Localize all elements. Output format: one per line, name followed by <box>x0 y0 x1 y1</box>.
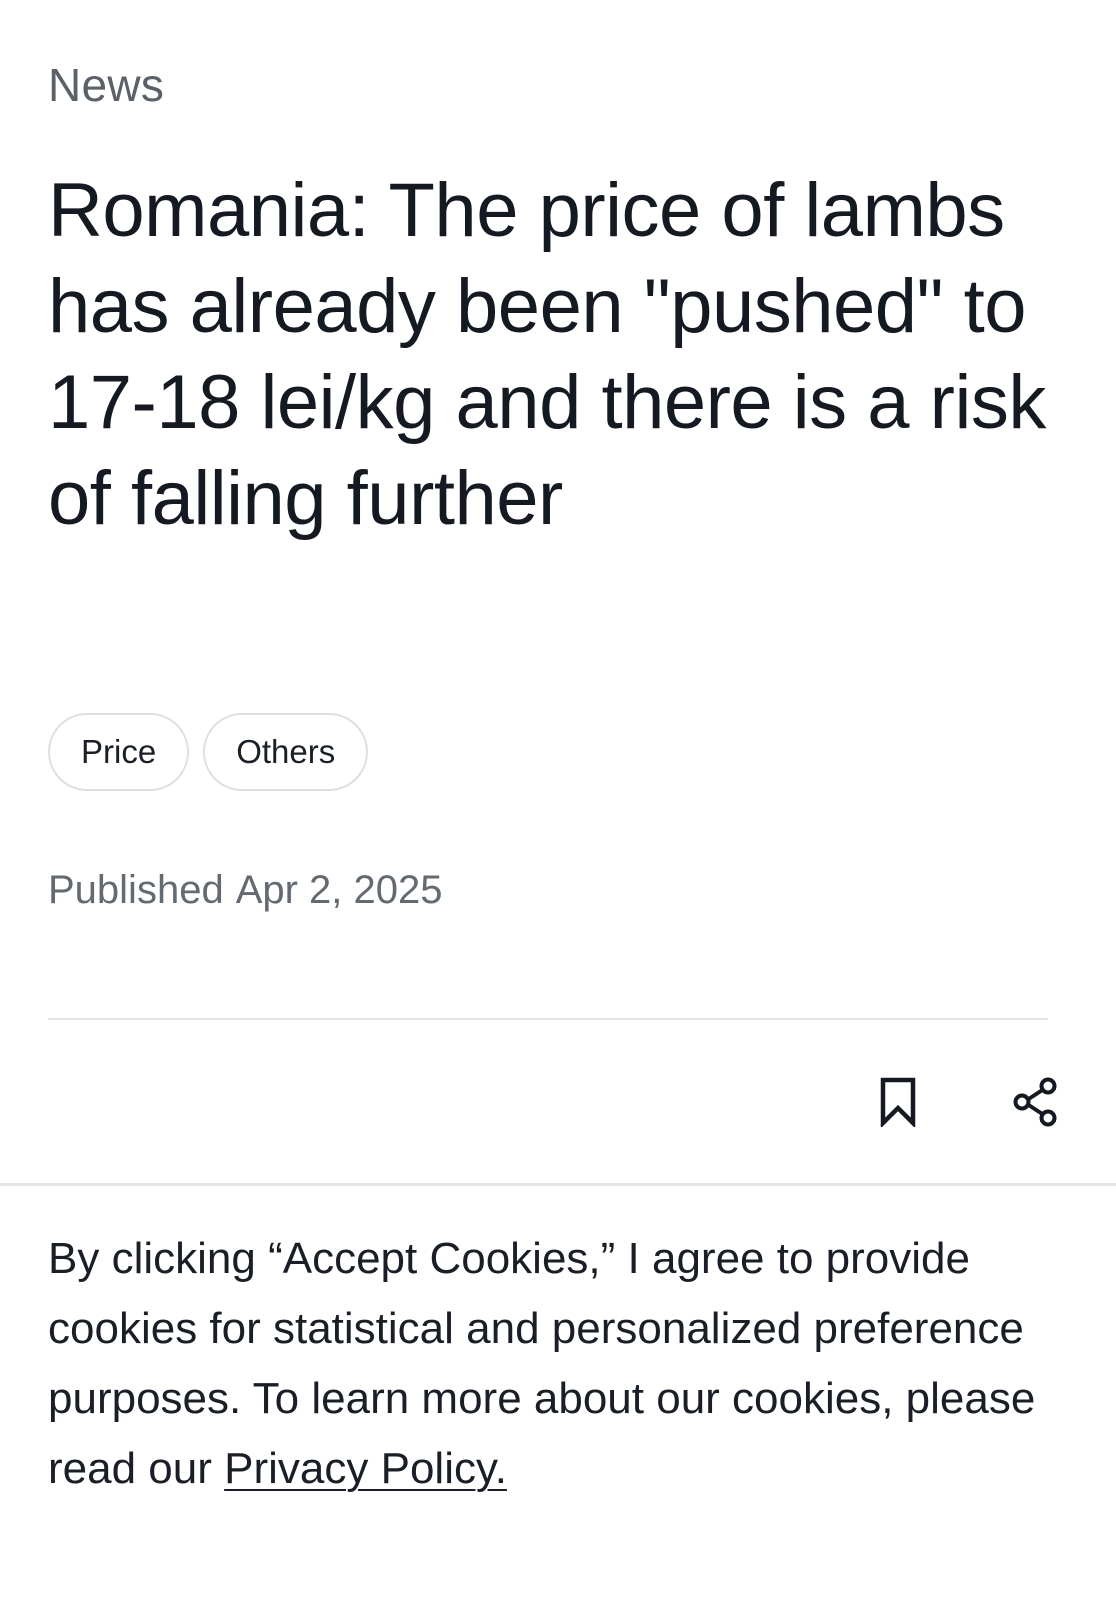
article-headline: Romania: The price of lambs has already … <box>48 168 1046 541</box>
bookmark-icon <box>880 1077 916 1132</box>
published-date-value: Apr 2, 2025 <box>235 868 443 912</box>
privacy-policy-link[interactable]: Privacy Policy. <box>224 1444 507 1493</box>
published-label: Published <box>48 868 224 912</box>
cookie-text-body: By clicking “Accept Cookies,” I agree to… <box>48 1234 1036 1493</box>
tag-others[interactable]: Others <box>203 713 369 791</box>
cookie-consent-text: By clicking “Accept Cookies,” I agree to… <box>48 1224 1058 1504</box>
category-label[interactable]: News <box>48 58 164 112</box>
published-date: Published Apr 2, 2025 <box>48 868 443 913</box>
tag-price[interactable]: Price <box>48 713 190 791</box>
tag-list: Price Others <box>48 713 369 791</box>
article-actions <box>818 1074 1058 1134</box>
cookie-banner: By clicking “Accept Cookies,” I agree to… <box>0 1183 1116 1603</box>
divider <box>48 1018 1048 1020</box>
share-icon <box>1012 1077 1060 1132</box>
share-button[interactable] <box>1006 1074 1066 1134</box>
bookmark-button[interactable] <box>868 1074 928 1134</box>
